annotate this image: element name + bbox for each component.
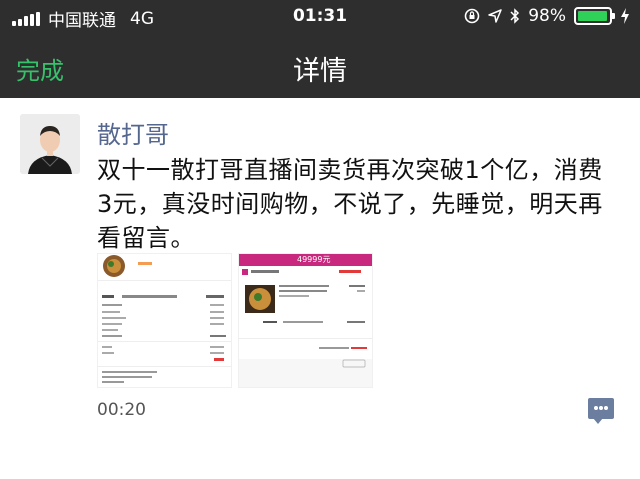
battery-percent: 98% (528, 6, 566, 26)
store-screenshot (239, 254, 372, 387)
charging-icon (621, 8, 629, 24)
bluetooth-icon (510, 8, 520, 24)
location-icon (488, 9, 502, 23)
post-image-2[interactable]: 49999元 (238, 253, 373, 388)
avatar[interactable] (20, 114, 80, 174)
order-screenshot (98, 254, 231, 387)
battery-fill (578, 11, 608, 21)
post-image-1[interactable] (97, 253, 232, 388)
post-text: 双十一散打哥直播间卖货再次突破1个亿，消费3元，真没时间购物，不说了，先睡觉，明… (97, 156, 603, 252)
nav-bar: 完成 详情 (0, 34, 640, 98)
avatar-photo (20, 114, 80, 174)
author-name[interactable]: 散打哥 (97, 115, 169, 150)
status-right: 98% (464, 6, 630, 26)
banner-price: 49999元 (297, 255, 331, 264)
status-bar: 中国联通 4G 01:31 98% (0, 0, 640, 34)
battery-icon (574, 7, 615, 25)
post-time: 00:20 (97, 400, 146, 420)
page-title: 详情 (293, 56, 347, 87)
comment-icon[interactable] (588, 398, 614, 424)
rotation-lock-icon (464, 8, 480, 24)
